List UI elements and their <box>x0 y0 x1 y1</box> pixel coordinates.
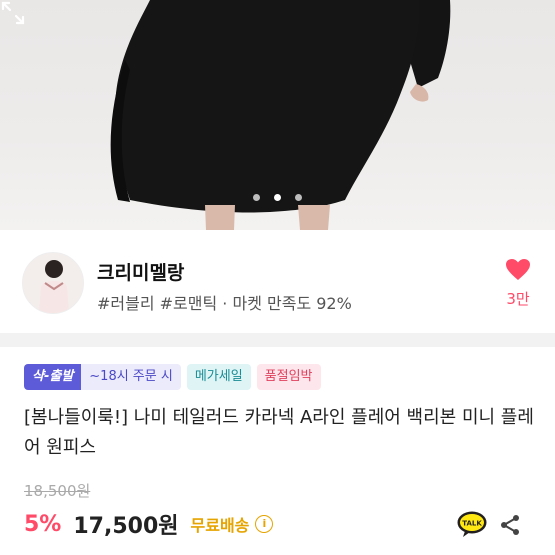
discount-rate: 5% <box>24 511 62 537</box>
product-image[interactable] <box>0 0 555 230</box>
delivery-badge: 샥-출발 ~18시 주문 시 <box>24 364 181 390</box>
carousel-dot[interactable] <box>253 194 260 201</box>
talk-label: TALK <box>462 520 482 528</box>
info-icon[interactable]: i <box>255 515 274 533</box>
carousel-dot-active[interactable] <box>274 194 281 201</box>
delivery-badge-time: ~18시 주문 시 <box>81 364 181 390</box>
mega-sale-badge: 메가세일 <box>186 364 251 390</box>
heart-icon <box>506 259 530 280</box>
seller-avatar[interactable] <box>22 252 84 314</box>
sale-price: 17,500원 <box>73 514 179 539</box>
price-row: 5% 17,500원 무료배송 i <box>24 508 274 540</box>
soldout-badge: 품절임박 <box>256 364 321 390</box>
share-icon[interactable] <box>498 513 522 537</box>
section-divider <box>0 333 555 347</box>
like-button[interactable]: 3만 <box>500 258 536 309</box>
expand-icon[interactable] <box>0 0 26 26</box>
shop-tags: #러블리 #로맨틱 · 마켓 만족도 92% <box>97 294 352 313</box>
delivery-badge-label: 샥-출발 <box>24 364 82 390</box>
like-count: 3만 <box>506 290 530 308</box>
original-price: 18,500원 <box>24 482 91 500</box>
carousel-indicator[interactable] <box>0 194 555 201</box>
kakaotalk-icon[interactable]: TALK <box>457 511 487 537</box>
product-title: [봄나들이룩!] 나미 테일러드 카라넥 A라인 플레어 백리본 미니 플레어 … <box>24 407 534 458</box>
shipping-label: 무료배송 <box>190 516 250 535</box>
carousel-dot[interactable] <box>295 194 302 201</box>
shop-name[interactable]: 크리미멜랑 <box>97 258 184 285</box>
badge-row: 샥-출발 ~18시 주문 시 메가세일 품절임박 <box>24 364 321 390</box>
